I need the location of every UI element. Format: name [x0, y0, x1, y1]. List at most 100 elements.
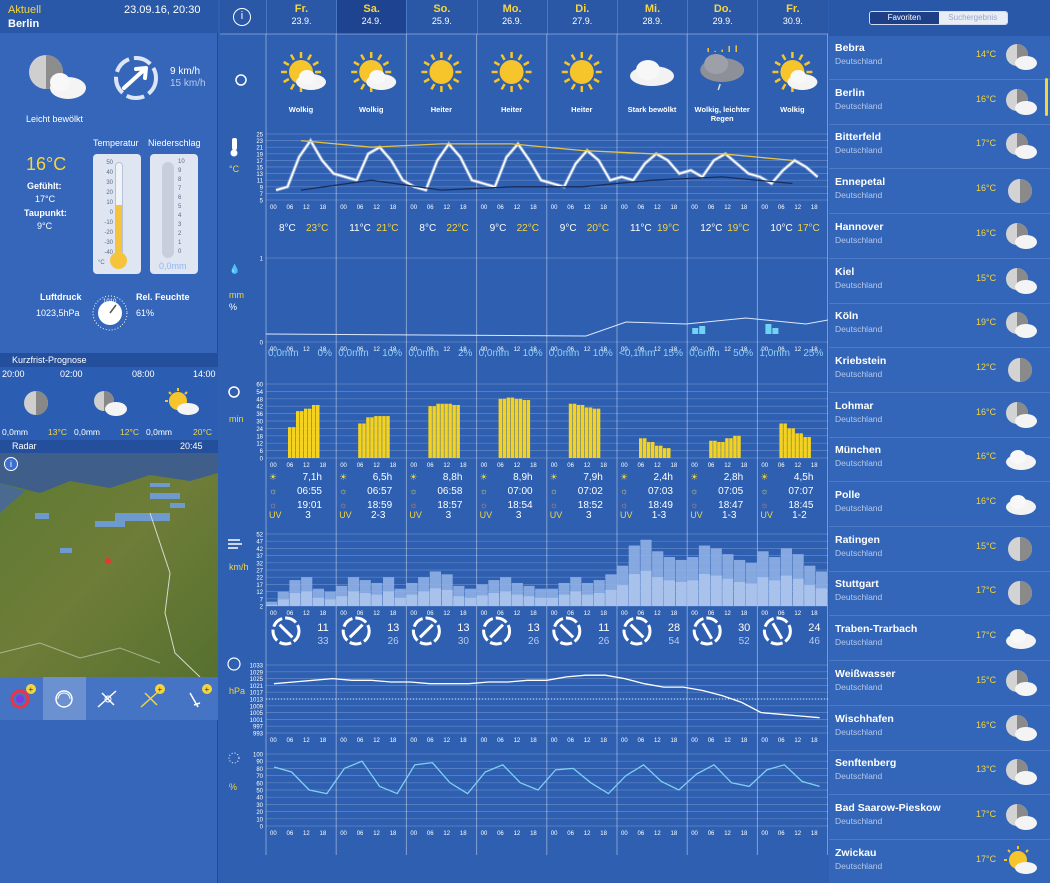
cloud-icon [1004, 443, 1038, 475]
moon-icon [1004, 354, 1038, 386]
short-precip-3: 0,0mm [146, 427, 172, 437]
city-country: Deutschland [835, 860, 883, 871]
city-country: Deutschland [835, 726, 883, 737]
city-list-item[interactable]: Ratingen Deutschland 15°C [829, 528, 1050, 572]
moon-icon [1004, 577, 1038, 609]
city-country: Deutschland [835, 279, 883, 290]
city-list-item[interactable]: München Deutschland 16°C [829, 438, 1050, 483]
city-list-item[interactable]: Bitterfeld Deutschland 17°C [829, 125, 1050, 170]
city-list-item[interactable]: Hannover Deutschland 16°C [829, 215, 1050, 259]
wind-direction-icon [114, 56, 158, 100]
city-list-item[interactable]: Bebra Deutschland 14°C [829, 36, 1050, 80]
city-name: Polle [835, 489, 861, 501]
city-country: Deutschland [835, 503, 883, 513]
city-list-item[interactable]: Wischhafen Deutschland 16°C [829, 707, 1050, 751]
city-temperature: 15°C [976, 540, 997, 551]
current-datetime: 23.09.16, 20:30 [124, 4, 201, 16]
day-condition: Heiter [571, 105, 593, 114]
color-layer-button[interactable]: + [0, 677, 43, 720]
city-list-item[interactable]: Ennepetal Deutschland 16°C [829, 170, 1050, 215]
svg-text:+: + [158, 685, 163, 694]
wind-layer-button[interactable]: + [172, 677, 218, 720]
city-temperature: 16°C [976, 93, 997, 104]
city-name: Traben-Trarbach [835, 623, 918, 636]
current-label: Aktuell [8, 4, 42, 16]
precip-tick: 3 [178, 222, 182, 228]
city-country: Deutschland [835, 56, 883, 66]
humidity-label: Rel. Feuchte [136, 292, 190, 302]
city-country: Deutschland [835, 547, 883, 558]
city-temperature: 16°C [976, 451, 997, 462]
info-icon[interactable]: i [4, 457, 18, 471]
city-name: Bitterfeld [835, 131, 882, 144]
city-list-item[interactable]: Berlin Deutschland 16°C [829, 81, 1050, 125]
city-name: Weißwasser [835, 667, 896, 680]
moon-icon [24, 391, 48, 415]
day-condition: Wolkig [780, 105, 805, 114]
condition-text: Leicht bewölkt [26, 114, 84, 124]
day-condition: Wolkig, leichter Regen [694, 105, 750, 123]
city-country: Deutschland [835, 100, 883, 111]
satellite-layer-button[interactable] [86, 677, 129, 720]
city-list-item[interactable]: Weißwasser Deutschland 15°C [829, 662, 1050, 706]
scrollbar[interactable] [1045, 78, 1048, 116]
thermo-tick: 30 [106, 180, 113, 186]
short-precip-2: 0,0mm [74, 427, 100, 437]
wind-speed: 9 km/h [170, 66, 201, 77]
city-list-item[interactable]: Traben-Trarbach Deutschland 17°C [829, 617, 1050, 662]
precip-tick: 2 [178, 231, 182, 237]
radar-time: 20:45 [180, 441, 203, 451]
city-temperature: 17°C [976, 808, 997, 819]
city-temperature: 14°C [976, 49, 997, 59]
precip-tick: 6 [178, 195, 182, 201]
moon-cloud-icon [1004, 756, 1038, 788]
city-temperature: 12°C [976, 361, 997, 372]
city-list-item[interactable]: Zwickau Deutschland 17°C [829, 841, 1050, 883]
thermo-tick: 40 [106, 170, 113, 176]
city-list-item[interactable]: Polle Deutschland 16°C [829, 483, 1050, 527]
precip-tick: 4 [178, 213, 182, 219]
city-temperature: 16°C [976, 227, 997, 238]
tab-search-results[interactable]: Suchergebnis [938, 12, 1007, 24]
city-list-item[interactable]: Lohmar Deutschland 16°C [829, 394, 1050, 438]
city-temperature: 19°C [976, 317, 997, 328]
tab-favorites[interactable]: Favoriten [870, 12, 939, 24]
short-time-3: 08:00 [132, 369, 155, 379]
short-time-1: 20:00 [2, 369, 25, 379]
city-name: Bad Saarow-Pieskow [835, 801, 941, 814]
precip-tick: 9 [178, 168, 182, 174]
current-header: Aktuell 23.09.16, 20:30 Berlin [0, 0, 218, 33]
city-country: Deutschland [835, 324, 883, 335]
radar-layer-button[interactable] [43, 677, 86, 720]
city-list-item[interactable]: Senftenberg Deutschland 13°C [829, 751, 1050, 796]
current-city: Berlin [8, 18, 40, 30]
city-list-item[interactable]: Kiel Deutschland 15°C [829, 260, 1050, 304]
short-temp-3: 20°C [193, 427, 212, 437]
day-condition: Stark bewölkt [627, 105, 677, 114]
location-marker [105, 558, 111, 564]
precip-tick: 10 [178, 159, 185, 165]
moon-cloud-icon [1004, 309, 1038, 341]
city-list-item[interactable]: Kriebstein Deutschland 12°C [829, 349, 1050, 393]
city-temperature: 16°C [976, 496, 997, 506]
moon-cloud-icon [1004, 130, 1038, 162]
humidity-value: 61% [136, 308, 155, 318]
city-country: Deutschland [835, 190, 883, 201]
thermo-tick: -10 [104, 220, 113, 226]
short-temp-2: 12°C [120, 427, 139, 437]
city-list-item[interactable]: Bad Saarow-Pieskow Deutschland 17°C [829, 796, 1050, 840]
radar-map[interactable]: i [0, 453, 218, 677]
city-name: Ratingen [835, 533, 880, 546]
city-list: Bebra Deutschland 14°C Berlin Deutschland 16°… [829, 36, 1050, 883]
moon-cloud-icon [1004, 712, 1038, 744]
city-list-item[interactable]: Köln Deutschland 19°C [829, 304, 1050, 349]
precip-tick: 0 [178, 249, 182, 255]
favorites-panel: Favoriten Suchergebnis Bebra Deutschland 1… [829, 0, 1050, 883]
city-name: Kriebstein [835, 354, 887, 367]
favorites-segment-control: Favoriten Suchergebnis [869, 11, 1008, 25]
lightning-layer-button[interactable]: + [129, 677, 172, 720]
svg-text:+: + [29, 685, 34, 694]
city-temperature: 15°C [976, 674, 997, 685]
thermo-tick: 50 [106, 160, 113, 166]
city-list-item[interactable]: Stuttgart Deutschland 17°C [829, 572, 1050, 617]
